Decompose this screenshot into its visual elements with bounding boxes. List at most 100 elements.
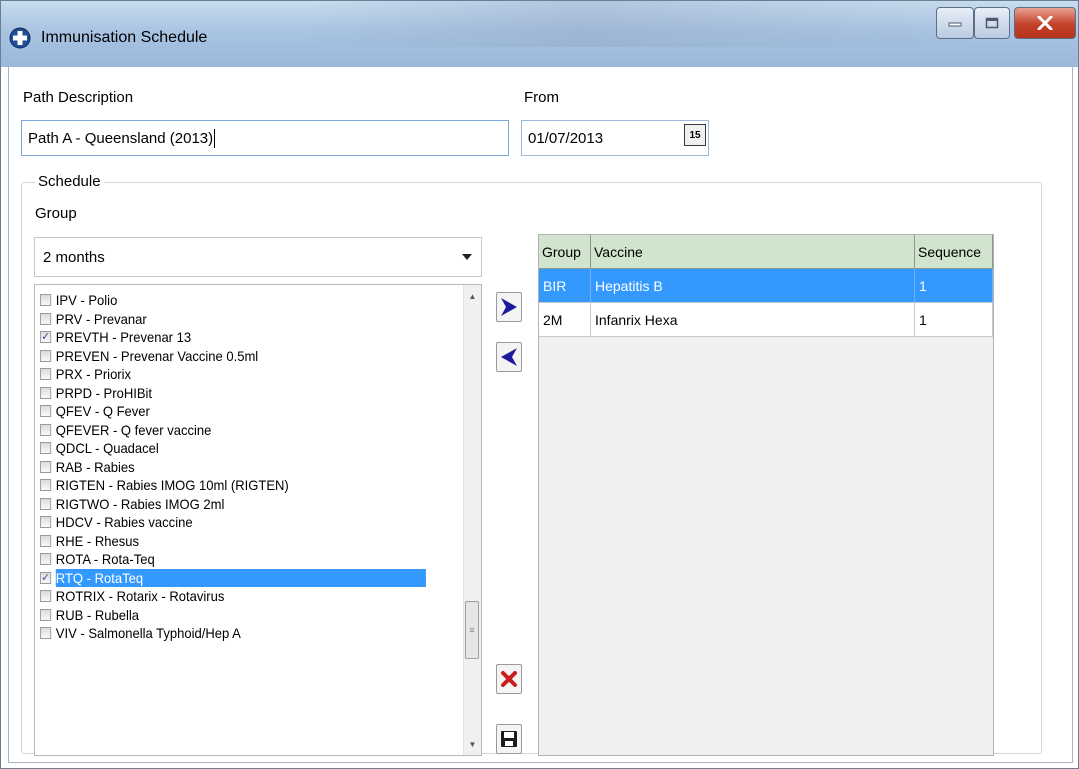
from-date-value: 01/07/2013 (528, 129, 604, 147)
cell-vaccine: Hepatitis B (591, 269, 915, 303)
close-icon (1037, 16, 1053, 30)
checkbox[interactable] (40, 497, 52, 510)
list-item[interactable]: ROTA - Rota-Teq (40, 550, 426, 569)
maximize-icon (985, 17, 999, 29)
list-item-label: PRPD - ProHIBit (55, 384, 153, 401)
cell-sequence: 1 (915, 303, 993, 337)
immunisation-schedule-window: Immunisation Schedule Path Description P… (0, 0, 1079, 769)
list-item[interactable]: QDCL - Quadacel (40, 439, 426, 458)
checkbox[interactable] (40, 294, 52, 307)
list-item-label: PREVTH - Prevenar 13 (55, 329, 192, 346)
list-item[interactable]: PRX - Priorix (40, 365, 426, 384)
list-item-label: RHE - Rhesus (55, 532, 140, 549)
checkbox[interactable] (40, 460, 52, 473)
list-item-label: QFEV - Q Fever (55, 403, 150, 420)
list-item[interactable]: QFEVER - Q fever vaccine (40, 421, 426, 440)
vaccine-checklist[interactable]: IPV - Polio PRV - Prevanar ✓ PREVTH - Preve… (34, 284, 482, 756)
add-to-schedule-button[interactable] (496, 292, 522, 322)
table-row[interactable]: BIR Hepatitis B 1 (539, 269, 993, 303)
schedule-grid[interactable]: Group Vaccine Sequence BIR Hepatitis B 1… (538, 234, 994, 756)
list-item[interactable]: ✓ RTQ - RotaTeq (40, 568, 426, 587)
checkbox[interactable] (40, 516, 52, 529)
list-item[interactable]: PRPD - ProHIBit (40, 384, 426, 403)
delete-icon (501, 671, 517, 687)
list-item-label: QFEVER - Q fever vaccine (55, 421, 212, 438)
group-dropdown-value: 2 months (43, 248, 105, 266)
list-item[interactable]: PREVEN - Prevenar Vaccine 0.5ml (40, 347, 426, 366)
checkbox[interactable] (40, 553, 52, 566)
save-button[interactable] (496, 724, 522, 754)
group-dropdown[interactable]: 2 months (34, 237, 482, 277)
grid-header: Group Vaccine Sequence (539, 235, 993, 269)
remove-from-schedule-button[interactable] (496, 342, 522, 372)
title-bar[interactable]: Immunisation Schedule (1, 1, 1078, 67)
list-item[interactable]: ROTRIX - Rotarix - Rotavirus (40, 587, 426, 606)
cell-sequence: 1 (915, 269, 993, 303)
cell-group: 2M (539, 303, 591, 337)
list-item[interactable]: QFEV - Q Fever (40, 402, 426, 421)
checkbox[interactable]: ✓ (40, 571, 52, 584)
minimize-button[interactable] (936, 7, 974, 39)
list-item-label: RIGTEN - Rabies IMOG 10ml (RIGTEN) (55, 477, 289, 494)
column-header-vaccine[interactable]: Vaccine (591, 235, 915, 269)
checkbox[interactable] (40, 608, 52, 621)
checkbox[interactable]: ✓ (40, 331, 52, 344)
path-description-input[interactable]: Path A - Queensland (2013) (21, 120, 509, 156)
list-item[interactable]: RIGTEN - Rabies IMOG 10ml (RIGTEN) (40, 476, 426, 495)
list-item[interactable]: RHE - Rhesus (40, 532, 426, 551)
list-item[interactable]: HDCV - Rabies vaccine (40, 513, 426, 532)
list-item-label: PRV - Prevanar (55, 310, 147, 327)
path-description-value: Path A - Queensland (2013) (28, 129, 214, 147)
arrow-left-icon (501, 348, 517, 366)
close-button[interactable] (1014, 7, 1076, 39)
checkbox[interactable] (40, 349, 52, 362)
list-item[interactable]: ✓ PREVTH - Prevenar 13 (40, 328, 426, 347)
list-item-label: IPV - Polio (55, 292, 118, 309)
list-item[interactable]: RIGTWO - Rabies IMOG 2ml (40, 495, 426, 514)
cell-vaccine: Infanrix Hexa (591, 303, 915, 337)
checkbox[interactable] (40, 312, 52, 325)
checkbox[interactable] (40, 590, 52, 603)
scroll-down-icon[interactable]: ▼ (464, 735, 481, 753)
schedule-title: Schedule (35, 173, 104, 190)
calendar-icon: 15 (689, 129, 701, 141)
scroll-thumb[interactable]: ≡ (465, 601, 479, 659)
list-item-label: ROTA - Rota-Teq (55, 551, 155, 568)
minimize-icon (948, 22, 962, 27)
checkbox[interactable] (40, 405, 52, 418)
vaccine-list-scrollbar[interactable]: ▲ ≡ ▼ (463, 285, 481, 755)
arrow-right-icon (501, 298, 517, 316)
maximize-button[interactable] (974, 7, 1010, 39)
chevron-down-icon[interactable] (462, 254, 472, 260)
list-item-label: RUB - Rubella (55, 606, 140, 623)
list-item[interactable]: PRV - Prevanar (40, 310, 426, 329)
checkbox[interactable] (40, 368, 52, 381)
delete-button[interactable] (496, 664, 522, 694)
table-row[interactable]: 2M Infanrix Hexa 1 (539, 303, 993, 337)
checkbox[interactable] (40, 479, 52, 492)
from-date-field[interactable]: 01/07/2013 (521, 120, 709, 156)
list-item[interactable]: RUB - Rubella (40, 606, 426, 625)
checkbox[interactable] (40, 627, 52, 640)
text-caret (214, 128, 216, 148)
list-item-label: PRX - Priorix (55, 366, 132, 383)
list-item-label: RTQ - RotaTeq (55, 568, 426, 587)
title-bar-glare (301, 1, 1001, 47)
column-header-group[interactable]: Group (539, 235, 591, 269)
checkbox[interactable] (40, 442, 52, 455)
checkbox[interactable] (40, 423, 52, 436)
list-item[interactable]: RAB - Rabies (40, 458, 426, 477)
list-item-label: PREVEN - Prevenar Vaccine 0.5ml (55, 347, 259, 364)
column-header-sequence[interactable]: Sequence (915, 235, 993, 269)
scroll-up-icon[interactable]: ▲ (464, 287, 481, 305)
list-item-label: QDCL - Quadacel (55, 440, 159, 457)
calendar-button[interactable]: 15 (684, 124, 706, 146)
checkbox[interactable] (40, 534, 52, 547)
list-item-label: RAB - Rabies (55, 458, 135, 475)
list-item-label: VIV - Salmonella Typhoid/Hep A (55, 625, 241, 642)
path-description-label: Path Description (23, 89, 134, 106)
list-item[interactable]: VIV - Salmonella Typhoid/Hep A (40, 624, 426, 643)
checkbox[interactable] (40, 386, 52, 399)
group-label: Group (35, 205, 77, 222)
list-item[interactable]: IPV - Polio (40, 291, 426, 310)
